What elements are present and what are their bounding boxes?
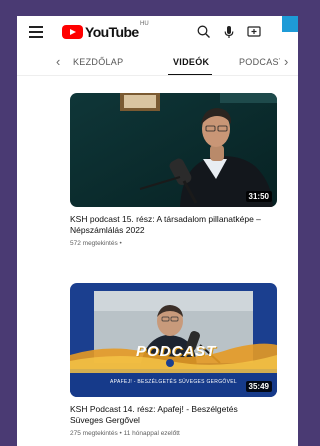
tab-home[interactable]: KEZDŐLAP [73, 57, 123, 67]
video-duration: 35:49 [245, 381, 272, 392]
youtube-mobile-frame: YouTube HU ‹ KEZDŐLAP VIDEÓK PODCAST › [17, 16, 298, 446]
top-bar: YouTube HU [17, 16, 298, 48]
video-card[interactable]: PODCAST APAFEJ! - BESZÉLGETÉS SÜVEGES GE… [70, 283, 277, 437]
tab-podcast[interactable]: PODCAST [239, 57, 280, 67]
tabs-scroll-right-icon[interactable]: › [284, 55, 288, 69]
video-thumbnail[interactable]: 31:50 [70, 93, 277, 207]
tab-videos[interactable]: VIDEÓK [173, 57, 209, 67]
cast-icon[interactable] [246, 24, 262, 40]
video-duration: 31:50 [245, 191, 272, 202]
thumbnail-image [70, 93, 277, 207]
search-icon[interactable] [196, 24, 212, 40]
menu-icon[interactable] [29, 26, 43, 38]
channel-tabs: ‹ KEZDŐLAP VIDEÓK PODCAST › [17, 48, 298, 76]
region-code: HU [140, 21, 149, 27]
video-meta: 572 megtekintés • [70, 240, 122, 247]
youtube-play-icon [62, 25, 83, 39]
mic-icon[interactable] [221, 24, 237, 40]
tabs-scroll-left-icon[interactable]: ‹ [56, 55, 60, 69]
video-meta: 275 megtekintés • 11 hónappal ezelőtt [70, 430, 180, 437]
podcast-logo-text: PODCAST [136, 343, 217, 360]
youtube-logo[interactable]: YouTube HU [62, 21, 149, 40]
video-title[interactable]: KSH podcast 15. rész: A társadalom pilla… [70, 214, 270, 236]
tabs-divider [17, 75, 298, 76]
video-thumbnail[interactable]: PODCAST APAFEJ! - BESZÉLGETÉS SÜVEGES GE… [70, 283, 277, 397]
youtube-logo-text: YouTube [85, 24, 139, 40]
video-card[interactable]: 31:50 KSH podcast 15. rész: A társadalom… [70, 93, 277, 247]
video-title[interactable]: KSH Podcast 14. rész: Apafej! - Beszélge… [70, 404, 270, 426]
